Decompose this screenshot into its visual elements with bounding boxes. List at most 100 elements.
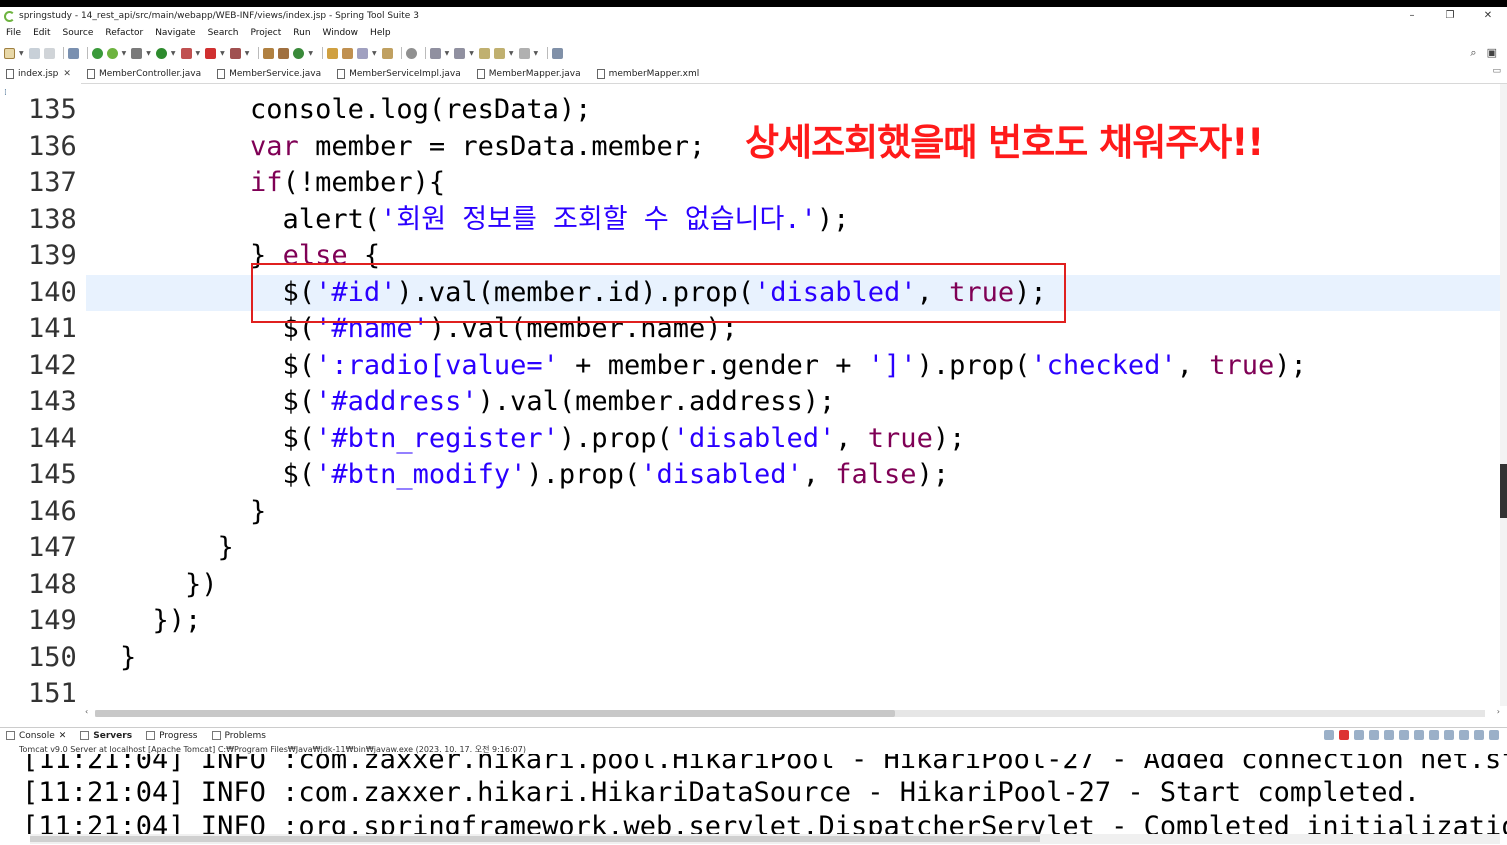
- show-stdout-icon[interactable]: [1414, 730, 1424, 740]
- code-text[interactable]: });: [120, 603, 202, 639]
- search-icon[interactable]: ⌕: [1470, 46, 1476, 60]
- menu-navigate[interactable]: Navigate: [149, 28, 201, 38]
- chevron-down-icon[interactable]: ▼: [308, 50, 313, 57]
- menu-project[interactable]: Project: [244, 28, 287, 38]
- save-all-icon[interactable]: [43, 47, 55, 59]
- code-line[interactable]: 144 $('#btn_register').prop('disabled', …: [18, 421, 1500, 457]
- code-editor[interactable]: 135 console.log(resData); 136 var member …: [18, 84, 1500, 706]
- tab-member-mapper[interactable]: MemberMapper.java: [471, 64, 591, 84]
- code-line[interactable]: 147 }: [18, 530, 1500, 566]
- chevron-down-icon[interactable]: ▼: [196, 50, 201, 57]
- menu-run[interactable]: Run: [287, 28, 316, 38]
- code-text[interactable]: console.log(resData);: [120, 92, 591, 128]
- menu-search[interactable]: Search: [202, 28, 245, 38]
- code-line[interactable]: 143 $('#address').val(member.address);: [18, 384, 1500, 420]
- forward-icon[interactable]: [518, 47, 530, 59]
- code-line[interactable]: 145 $('#btn_modify').prop('disabled', fa…: [18, 457, 1500, 493]
- stop-icon[interactable]: [205, 47, 217, 59]
- tab-problems[interactable]: Problems: [206, 731, 274, 741]
- toggle-mark-icon[interactable]: [405, 47, 417, 59]
- console-output[interactable]: [11:21:04] INFO :com.zaxxer.hikari.pool.…: [0, 754, 1507, 834]
- collapse-icon[interactable]: [1324, 730, 1334, 740]
- code-line[interactable]: 137 if(!member){: [18, 165, 1500, 201]
- run-icon[interactable]: [155, 47, 167, 59]
- chevron-down-icon[interactable]: ▼: [445, 50, 450, 57]
- new-class-icon[interactable]: [293, 47, 305, 59]
- code-line[interactable]: 149 });: [18, 603, 1500, 639]
- terminal-icon[interactable]: [67, 47, 79, 59]
- annotation-icon[interactable]: [381, 47, 393, 59]
- code-text[interactable]: $(':radio[value=' + member.gender + ']')…: [120, 348, 1307, 384]
- run-server-icon[interactable]: [91, 47, 103, 59]
- open-task-icon[interactable]: [342, 47, 353, 59]
- minimize-button[interactable]: –: [1393, 7, 1431, 25]
- new-icon[interactable]: [4, 47, 15, 59]
- menu-help[interactable]: Help: [364, 28, 397, 38]
- scroll-left-icon[interactable]: ‹: [85, 707, 88, 716]
- chevron-down-icon[interactable]: ▼: [220, 50, 225, 57]
- code-text[interactable]: $('#btn_register').prop('disabled', true…: [120, 421, 966, 457]
- tab-servers[interactable]: Servers: [74, 731, 140, 741]
- code-line[interactable]: 138 alert('회원 정보를 조회할 수 없습니다.');: [18, 202, 1500, 238]
- chevron-down-icon[interactable]: ▼: [372, 50, 377, 57]
- chevron-down-icon[interactable]: ▼: [245, 50, 250, 57]
- tab-progress[interactable]: Progress: [140, 731, 205, 741]
- chevron-down-icon[interactable]: ▼: [146, 50, 151, 57]
- code-line[interactable]: 142 $(':radio[value=' + member.gender + …: [18, 348, 1500, 384]
- code-line[interactable]: 148 }): [18, 567, 1500, 603]
- close-icon[interactable]: ✕: [63, 69, 71, 79]
- pin-console-icon[interactable]: [1444, 730, 1454, 740]
- terminate-icon[interactable]: [1339, 730, 1349, 740]
- tab-list-menu-icon[interactable]: ▭: [1492, 66, 1501, 76]
- tab-member-service-impl[interactable]: MemberServiceImpl.java: [331, 64, 471, 84]
- search-tool-icon[interactable]: [357, 47, 368, 59]
- code-line[interactable]: 151: [18, 676, 1500, 706]
- chevron-down-icon[interactable]: ▼: [171, 50, 176, 57]
- display-console-icon[interactable]: [1459, 730, 1469, 740]
- console-horizontal-scrollbar[interactable]: [30, 834, 1500, 844]
- menu-file[interactable]: File: [0, 28, 27, 38]
- code-text[interactable]: if(!member){: [120, 165, 445, 201]
- scroll-lock-icon[interactable]: [1384, 730, 1394, 740]
- settings-icon[interactable]: [1489, 730, 1499, 740]
- code-text[interactable]: $('#address').val(member.address);: [120, 384, 836, 420]
- menu-source[interactable]: Source: [57, 28, 100, 38]
- coverage-icon[interactable]: [180, 47, 192, 59]
- code-text[interactable]: var member = resData.member;: [120, 129, 705, 165]
- save-icon[interactable]: [28, 47, 40, 59]
- code-line[interactable]: 150}: [18, 640, 1500, 676]
- chevron-down-icon[interactable]: ▼: [534, 50, 539, 57]
- chevron-down-icon[interactable]: ▼: [19, 50, 24, 57]
- tab-member-controller[interactable]: MemberController.java: [81, 64, 211, 84]
- editor-vertical-scrollbar[interactable]: [1500, 84, 1507, 706]
- tab-index-jsp[interactable]: index.jsp ✕: [0, 63, 81, 84]
- remove-launch-icon[interactable]: [1354, 730, 1364, 740]
- open-console-icon[interactable]: [1474, 730, 1484, 740]
- code-text[interactable]: $('#btn_modify').prop('disabled', false)…: [120, 457, 950, 493]
- close-window-button[interactable]: ✕: [1469, 7, 1507, 25]
- menu-window[interactable]: Window: [317, 28, 365, 38]
- new-java-project-icon[interactable]: [263, 47, 275, 59]
- chevron-down-icon[interactable]: ▼: [509, 50, 514, 57]
- chevron-down-icon[interactable]: ▼: [122, 50, 127, 57]
- code-text[interactable]: }: [120, 640, 136, 676]
- chevron-down-icon[interactable]: ▼: [469, 50, 474, 57]
- open-type-icon[interactable]: [327, 47, 338, 59]
- new-package-icon[interactable]: [278, 47, 290, 59]
- debug-icon[interactable]: [131, 47, 143, 59]
- remove-all-icon[interactable]: [1369, 730, 1379, 740]
- back-icon[interactable]: [493, 47, 505, 59]
- code-text[interactable]: }): [120, 567, 218, 603]
- code-text[interactable]: }: [120, 494, 266, 530]
- prev-annotation-icon[interactable]: [454, 47, 466, 59]
- last-edit-icon[interactable]: [478, 47, 490, 59]
- console-scroll-thumb[interactable]: [30, 836, 1040, 842]
- restore-button[interactable]: ❐: [1431, 7, 1469, 25]
- spring-icon[interactable]: [106, 47, 118, 59]
- menu-refactor[interactable]: Refactor: [99, 28, 149, 38]
- code-line[interactable]: 146 }: [18, 494, 1500, 530]
- tab-console[interactable]: Console ✕: [0, 731, 74, 741]
- close-icon[interactable]: ✕: [59, 731, 67, 741]
- tab-member-service[interactable]: MemberService.java: [211, 64, 331, 84]
- editor-vertical-scroll-thumb[interactable]: [1500, 464, 1507, 518]
